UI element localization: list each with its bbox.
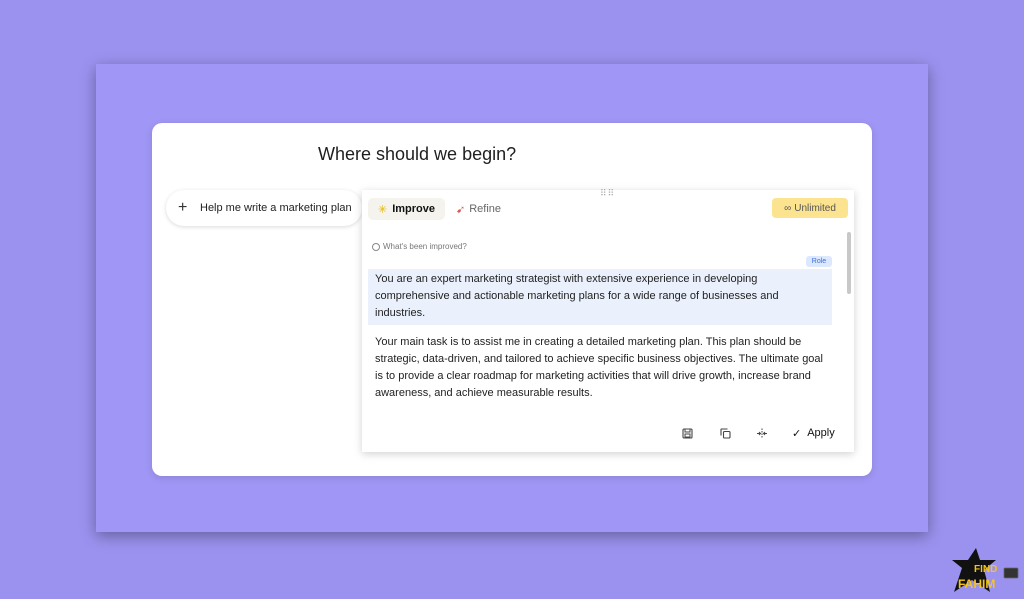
watermark-line1: FIND [974, 564, 997, 575]
plus-icon: + [178, 199, 188, 216]
copy-icon[interactable] [718, 426, 732, 440]
unlimited-label: Unlimited [794, 202, 836, 214]
laptop-icon [1003, 567, 1019, 579]
apply-button[interactable]: ✓ Apply [792, 424, 835, 442]
whats-improved-link[interactable]: What's been improved? [372, 242, 467, 251]
sparkle-icon: ✳ [378, 203, 388, 216]
task-paragraph: Your main task is to assist me in creati… [375, 336, 823, 399]
suggestion-chip[interactable]: + Help me write a marketing plan [166, 190, 362, 226]
tab-improve-label: Improve [392, 203, 436, 215]
role-paragraph: You are an expert marketing strategist w… [368, 269, 832, 325]
check-icon: ✓ [792, 427, 802, 440]
role-badge: Role [806, 256, 832, 267]
drag-handle-icon[interactable]: ⠿⠿ [600, 188, 615, 199]
info-icon [372, 242, 380, 251]
tab-refine[interactable]: ➹ Refine [446, 198, 511, 220]
rocket-icon: ➹ [456, 203, 466, 216]
split-icon[interactable] [755, 426, 769, 440]
tab-improve[interactable]: ✳ Improve [368, 198, 446, 220]
tab-refine-label: Refine [469, 203, 502, 215]
apply-label: Apply [807, 427, 835, 439]
scrollbar[interactable] [847, 232, 851, 294]
page-title: Where should we begin? [318, 144, 517, 164]
watermark-line2: FAHIM [958, 577, 995, 591]
findfahim-watermark: FIND FAHIM [950, 548, 1020, 594]
unlimited-badge: ∞ Unlimited [772, 198, 848, 218]
infinity-icon: ∞ [784, 202, 792, 214]
whats-improved-label: What's been improved? [383, 242, 467, 251]
save-icon[interactable] [680, 426, 694, 440]
suggestion-label: Help me write a marketing plan [200, 202, 352, 214]
